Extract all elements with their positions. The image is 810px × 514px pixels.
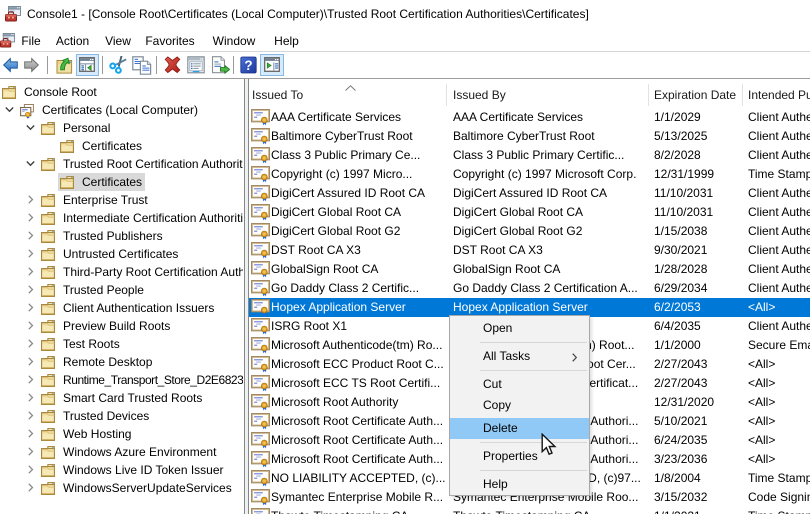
svg-text:?: ? xyxy=(244,58,252,73)
